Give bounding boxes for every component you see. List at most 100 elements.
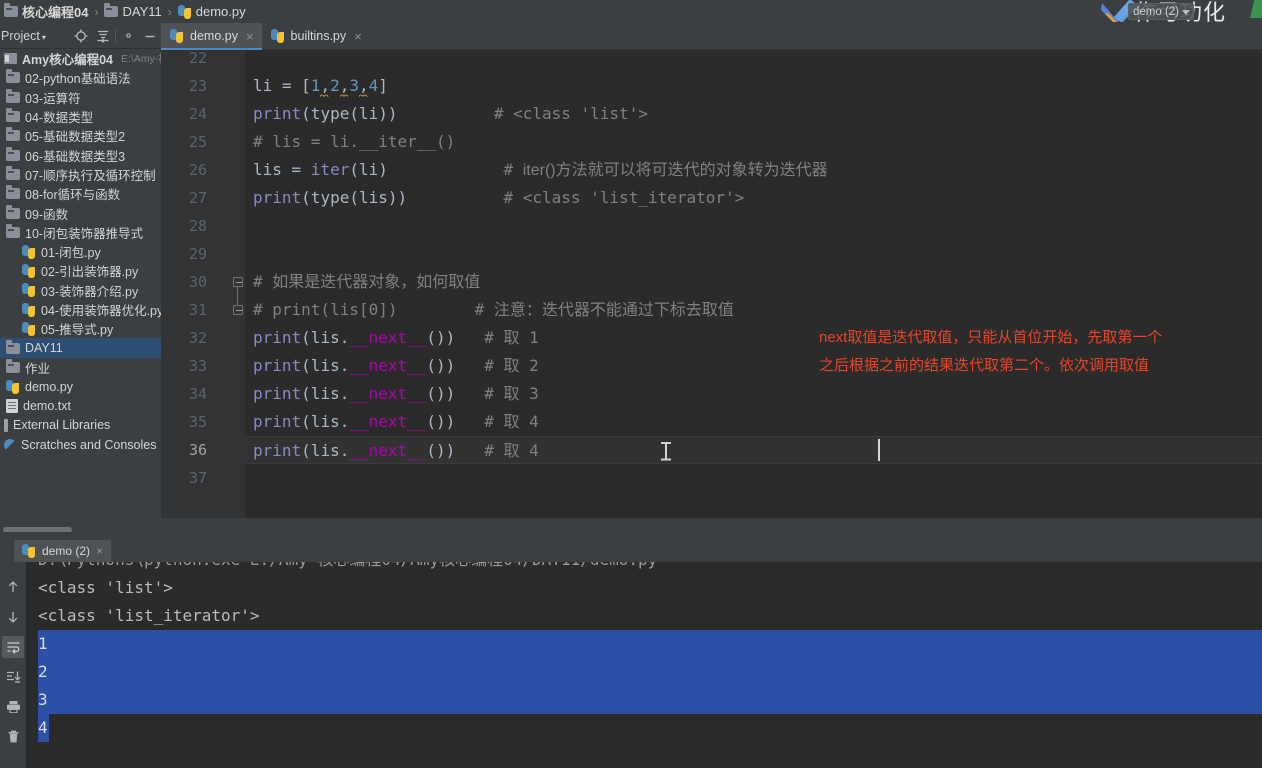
tree-item-12[interactable]: 03-装饰器介绍.py [0,281,161,300]
tree-item-9[interactable]: 10-闭包装饰器推导式 [0,223,161,242]
code-line-35[interactable]: print(lis.__next__()) # 取 4 [245,408,1262,436]
editor-bottom-strip [161,518,1262,540]
gutter-line-number: 37 [188,469,207,487]
tree-item-18[interactable]: demo.txt [0,396,161,415]
clear-all-icon[interactable] [2,726,24,748]
code-token: # <class 'list_iterator'> [407,188,745,207]
text-caret [878,439,880,461]
tree-item-label: Scratches and Consoles [21,437,157,452]
code-token: iter [310,160,350,179]
code-line-28[interactable] [245,212,1262,240]
code-line-36[interactable]: print(lis.__next__()) # 取 4 [245,436,1262,464]
soft-wrap-icon[interactable] [2,636,24,658]
tree-item-13[interactable]: 04-使用装饰器优化.py [0,300,161,319]
tree-item-19[interactable]: External Libraries [0,416,161,435]
tree-item-16[interactable]: 作业 [0,358,161,377]
gutter-line-number: 22 [188,50,207,67]
code-line-24[interactable]: print(type(li)) # <class 'list'> [245,100,1262,128]
run-configuration-selector[interactable]: demo (2) [1128,3,1195,20]
code-token: ()) [426,328,456,347]
code-line-32[interactable]: print(lis.__next__()) # 取 1 next取值是迭代取值，只… [245,324,1262,352]
tree-item-2[interactable]: 03-运算符 [0,88,161,107]
console-output[interactable]: D:\Pythons\python.exe E:/Amy-核心编程04/Amy核… [26,562,1262,768]
project-file-tree[interactable]: Amy核心编程04 E:\Amy-核心 02-python基础语法 03-运算符 04-… [0,49,161,532]
tree-item-10[interactable]: 01-闭包.py [0,242,161,261]
tree-item-5[interactable]: 06-基础数据类型3 [0,145,161,164]
tree-item-1[interactable]: 02-python基础语法 [0,68,161,87]
scroll-up-icon[interactable] [2,576,24,598]
close-icon[interactable]: × [246,29,254,44]
tree-item-0[interactable]: Amy核心编程04 E:\Amy-核心 [0,49,161,68]
console-line-text: <class 'list_iterator'> [38,606,260,625]
editor-tab-bar[interactable]: demo.py × builtins.py × [161,23,1262,50]
collapse-all-icon[interactable] [92,24,114,48]
locate-icon[interactable] [70,24,92,48]
settings-gear-icon[interactable] [117,24,139,48]
code-fold-bottom-icon[interactable] [233,305,243,315]
tree-item-14[interactable]: 05-推导式.py [0,319,161,338]
tree-item-6[interactable]: 07-顺序执行及循环控制 [0,165,161,184]
code-fold-column[interactable] [231,50,245,518]
code-token: iter()方法就可以将可迭代的对象转为迭代器 [522,162,828,179]
tree-item-8[interactable]: 09-函数 [0,203,161,222]
code-token: (li) [349,160,388,179]
gutter-line-number: 26 [188,161,207,179]
code-line-26[interactable]: lis = iter(li) # iter()方法就可以将可迭代的对象转为迭代器 [245,156,1262,184]
close-icon[interactable]: × [354,29,362,44]
code-token: print [253,356,302,375]
editor-code-area[interactable]: li = [1,2,3,4] print(type(li)) # <class '… [245,50,1262,518]
run-button-icon[interactable] [1250,0,1262,18]
editor-tab-demo-py[interactable]: demo.py × [161,23,262,50]
tree-item-label: 05-推导式.py [41,323,114,338]
tree-item-11[interactable]: 02-引出装饰器.py [0,261,161,280]
editor-tab-label: demo.py [190,29,238,43]
code-fold-top-icon[interactable] [233,277,243,287]
scroll-down-icon[interactable] [2,606,24,628]
console-line-text: 2 [38,662,48,681]
code-editor[interactable]: 22 23 24 25 26 27 28 29 30 31 32 33 34 35 36 37 li = [1… [161,50,1262,518]
close-icon[interactable]: × [96,544,103,558]
toolbar-divider [115,28,116,43]
run-toolbar[interactable] [0,562,26,768]
tree-item-label: Amy核心编程04 [22,53,113,68]
gutter-line-number: 28 [188,217,207,235]
hide-panel-icon[interactable] [139,24,161,48]
print-icon[interactable] [2,696,24,718]
code-token: ()) [426,441,456,460]
code-line-23[interactable]: li = [1,2,3,4] [245,72,1262,100]
code-line-30[interactable]: # 如果是迭代器对象，如何取值 [245,268,1262,296]
pycharm-window: 核心编程04 › DAY11 › demo.py 作弓功化 demo (2) Proje… [0,0,1262,768]
tree-item-label: 01-闭包.py [41,246,101,261]
breadcrumb-item-3[interactable]: demo.py [176,4,248,19]
project-panel-title[interactable]: Project ▾ [0,29,46,43]
folder-icon [6,146,20,161]
scroll-to-end-icon[interactable] [2,666,24,688]
code-line-29[interactable] [245,240,1262,268]
code-line-31[interactable]: # print(lis[0]) # 注意：迭代器不能通过下标去取值 [245,296,1262,324]
code-token: 3 [349,76,359,95]
tree-item-7[interactable]: 08-for循环与函数 [0,184,161,203]
code-line-25[interactable]: # lis = li.__iter__() [245,128,1262,156]
code-line-27[interactable]: print(type(lis)) # <class 'list_iterator… [245,184,1262,212]
tree-item-3[interactable]: 04-数据类型 [0,107,161,126]
tree-item-4[interactable]: 05-基础数据类型2 [0,126,161,145]
tree-item-15[interactable]: DAY11 [0,338,161,358]
folder-icon [6,88,20,103]
code-line-22[interactable] [245,50,1262,72]
breadcrumb-item-2[interactable]: DAY11 [102,3,163,19]
code-token: # [397,300,494,319]
run-tab-demo[interactable]: demo (2) × [14,540,112,562]
tree-item-20[interactable]: Scratches and Consoles [0,435,161,454]
python-file-icon [170,29,184,43]
breadcrumb-item-1[interactable]: 核心编程04 [2,2,90,21]
tree-item-label: 05-基础数据类型2 [25,130,126,145]
chevron-down-icon: ▾ [41,32,46,42]
code-line-34[interactable]: print(lis.__next__()) # 取 3 [245,380,1262,408]
code-line-37[interactable] [245,464,1262,492]
console-line-text: 4 [38,718,48,737]
library-icon [4,418,8,432]
tree-item-17[interactable]: demo.py [0,377,161,396]
code-line-33[interactable]: print(lis.__next__()) # 取 2 之后根据之前的结果迭代取第… [245,352,1262,380]
editor-tab-builtins-py[interactable]: builtins.py × [262,23,370,49]
code-token: 2 [519,356,539,375]
